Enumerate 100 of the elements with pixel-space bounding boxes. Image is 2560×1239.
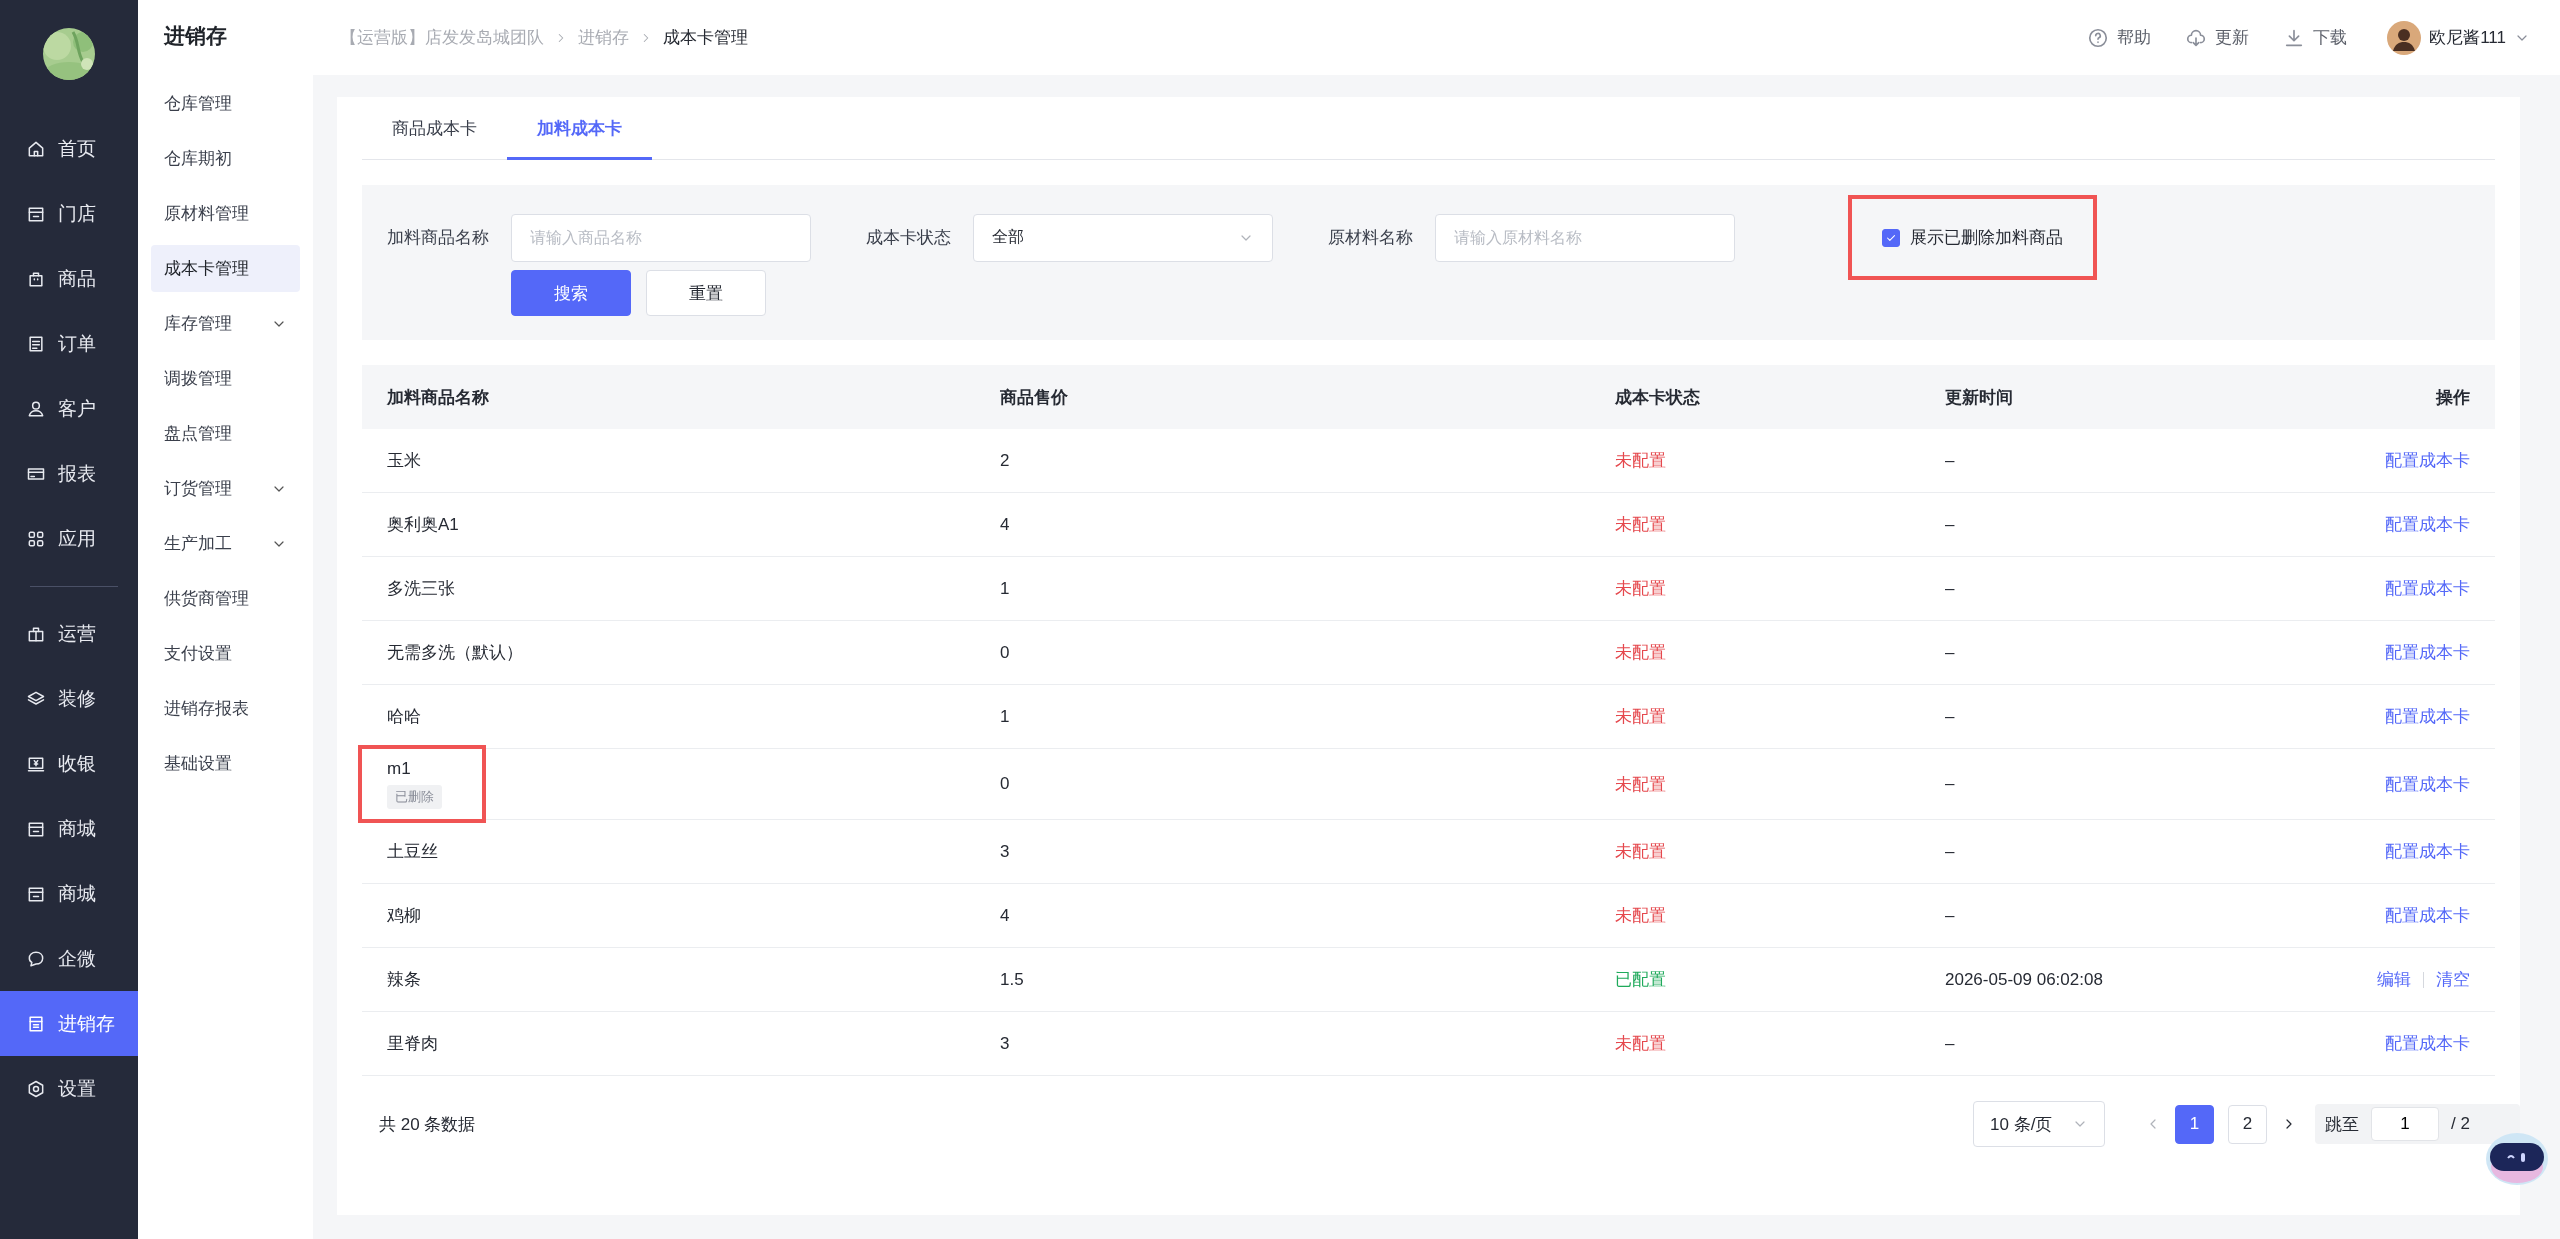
nav-item[interactable]: 装修 <box>0 666 138 731</box>
submenu-item[interactable]: 基础设置 <box>151 740 300 787</box>
status-cell: 未配置 <box>1590 620 1920 685</box>
table-cell-text: 鸡柳 <box>387 905 421 927</box>
submenu-item[interactable]: 进销存报表 <box>151 685 300 732</box>
nav-item[interactable]: 收银 <box>0 731 138 796</box>
status-cell: 未配置 <box>1590 492 1920 557</box>
table-cell: 3 <box>975 819 1590 884</box>
action-link[interactable]: 配置成本卡 <box>2385 449 2470 472</box>
input-field[interactable]: 请输入商品名称 <box>511 213 811 262</box>
page-input[interactable]: 1 <box>2371 1107 2440 1141</box>
submenu-item[interactable]: 支付设置 <box>151 630 300 677</box>
submenu-title: 进销存 <box>163 23 228 49</box>
nav-item[interactable]: 企微 <box>0 926 138 991</box>
status-cell: 未配置 <box>1590 684 1920 749</box>
action-link[interactable]: 编辑 <box>2377 968 2411 991</box>
status-cell: 未配置 <box>1590 556 1920 621</box>
filter-label: 原材料名称 <box>1328 227 1413 249</box>
action-link[interactable]: 配置成本卡 <box>2385 772 2470 796</box>
action-link[interactable]: 配置成本卡 <box>2385 904 2470 927</box>
nav-item[interactable]: 首页 <box>0 116 138 181</box>
nav-item[interactable]: 商品 <box>0 246 138 311</box>
action-link[interactable]: 配置成本卡 <box>2385 840 2470 863</box>
deleted-tag: 已删除 <box>387 785 442 809</box>
filter-label: 成本卡状态 <box>866 227 951 249</box>
status-cell: 未配置 <box>1590 819 1920 884</box>
action-link[interactable]: 配置成本卡 <box>2385 577 2470 600</box>
jump-label: 跳至 <box>2325 1113 2360 1136</box>
page-count: / 2 <box>2451 1114 2470 1134</box>
assistant-icon[interactable] <box>2484 1131 2550 1187</box>
page-size-select[interactable]: 10 条/页 <box>1973 1101 2106 1147</box>
column-header: 操作 <box>2242 365 2495 429</box>
nav-item[interactable]: 门店 <box>0 181 138 246</box>
status-cell: 未配置 <box>1590 748 1920 820</box>
table-cell: 4 <box>975 492 1590 557</box>
submenu-item[interactable]: 仓库期初 <box>151 135 300 182</box>
nav-item[interactable]: 运营 <box>0 601 138 666</box>
table-cell: – <box>1920 556 2243 621</box>
submenu-item[interactable]: 调拨管理 <box>151 355 300 402</box>
table-cell-text: 土豆丝 <box>387 841 438 863</box>
page-button[interactable]: 1 <box>2175 1104 2215 1144</box>
submenu-item[interactable]: 仓库管理 <box>151 80 300 127</box>
nav-item[interactable]: 设置 <box>0 1056 138 1121</box>
nav-item[interactable]: 商城 <box>0 796 138 861</box>
breadcrumb: 成本卡管理 <box>663 27 748 49</box>
submenu-item[interactable]: 供货商管理 <box>151 575 300 622</box>
table-cell: – <box>1920 748 2243 820</box>
column-header: 更新时间 <box>1920 365 2243 429</box>
header-link[interactable]: 更新 <box>2215 26 2250 49</box>
table-cell: 2 <box>975 429 1590 493</box>
table-cell: 0 <box>975 620 1590 685</box>
filter-label: 加料商品名称 <box>387 227 489 249</box>
nav-item[interactable]: 进销存 <box>0 991 138 1056</box>
input-field[interactable]: 请输入原材料名称 <box>1435 213 1735 262</box>
table-cell-text: 无需多洗（默认） <box>387 642 523 664</box>
select-field[interactable]: 全部 <box>973 213 1273 262</box>
table-cell: – <box>1920 620 2243 685</box>
header-link[interactable]: 下载 <box>2313 26 2348 49</box>
tab[interactable]: 加料成本卡 <box>507 99 652 160</box>
tab[interactable]: 商品成本卡 <box>362 99 507 160</box>
user-name[interactable]: 欧尼酱111 <box>2429 26 2506 49</box>
table-cell-text: 多洗三张 <box>387 578 455 600</box>
column-header: 加料商品名称 <box>362 365 975 429</box>
page-button[interactable]: 2 <box>2228 1104 2268 1144</box>
help-icon <box>2087 26 2110 49</box>
checkbox-label[interactable]: 展示已删除加料商品 <box>1910 226 2063 249</box>
action-link[interactable]: 配置成本卡 <box>2385 513 2470 536</box>
table-cell: 4 <box>975 883 1590 948</box>
avatar-icon[interactable] <box>2387 20 2422 55</box>
table-cell: 1 <box>975 556 1590 621</box>
nav-item[interactable]: 应用 <box>0 506 138 571</box>
submenu-item[interactable]: 原材料管理 <box>151 190 300 237</box>
table-cell: – <box>1920 883 2243 948</box>
action-button[interactable]: 搜索 <box>511 270 631 316</box>
status-cell: 未配置 <box>1590 883 1920 948</box>
status-cell: 未配置 <box>1590 1011 1920 1076</box>
table-cell: – <box>1920 492 2243 557</box>
submenu-item[interactable]: 库存管理 <box>151 300 300 347</box>
submenu-item[interactable]: 盘点管理 <box>151 410 300 457</box>
action-button[interactable]: 重置 <box>646 270 766 316</box>
table-cell: m1 <box>387 759 411 779</box>
submenu-item[interactable]: 成本卡管理 <box>151 245 300 292</box>
table-cell: – <box>1920 819 2243 884</box>
action-link[interactable]: 配置成本卡 <box>2385 641 2470 664</box>
table-cell: 1.5 <box>975 947 1590 1012</box>
action-link[interactable]: 配置成本卡 <box>2385 705 2470 728</box>
nav-item[interactable]: 订单 <box>0 311 138 376</box>
nav-item[interactable]: 报表 <box>0 441 138 506</box>
column-header: 成本卡状态 <box>1590 365 1920 429</box>
nav-item[interactable]: 客户 <box>0 376 138 441</box>
total-count: 共 20 条数据 <box>379 1113 476 1136</box>
table-cell: 1 <box>975 684 1590 749</box>
submenu-item[interactable]: 订货管理 <box>151 465 300 512</box>
checkbox[interactable] <box>1882 228 1900 247</box>
status-cell: 已配置 <box>1590 947 1920 1012</box>
header-link[interactable]: 帮助 <box>2117 26 2152 49</box>
nav-item[interactable]: 商城 <box>0 861 138 926</box>
action-link[interactable]: 清空 <box>2436 968 2470 991</box>
submenu-item[interactable]: 生产加工 <box>151 520 300 567</box>
action-link[interactable]: 配置成本卡 <box>2385 1032 2470 1055</box>
